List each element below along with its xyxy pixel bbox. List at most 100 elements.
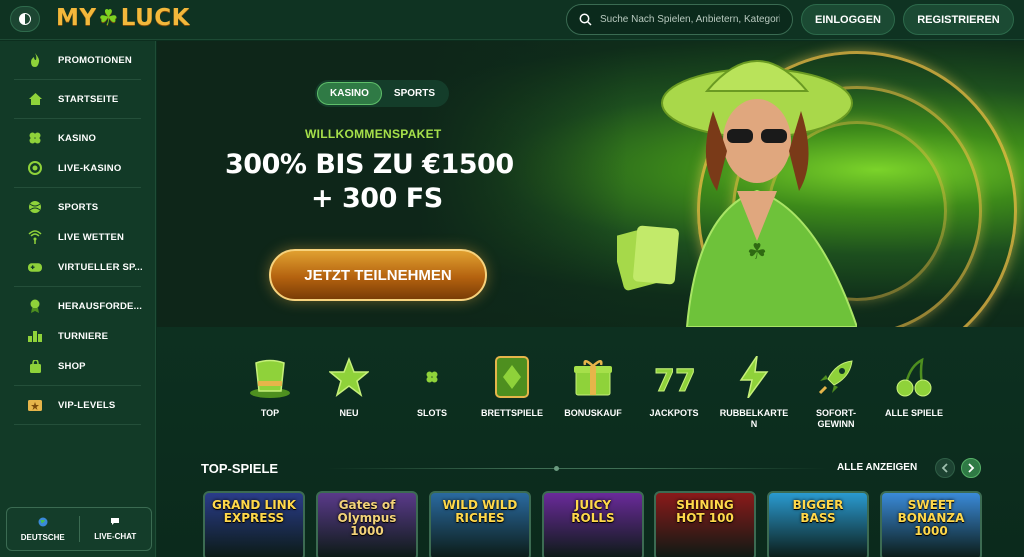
- game-title: SHINING HOT 100: [676, 498, 734, 525]
- sidebar-item-sports[interactable]: SPORTS: [0, 192, 155, 222]
- category-label: BONUSKAUF: [564, 408, 622, 418]
- sidebar-item-label: STARTSEITE: [58, 93, 119, 105]
- promo-headline-1: 300% BIS ZU €1500: [225, 149, 514, 180]
- sidebar-item-label: KASINO: [58, 132, 97, 144]
- show-all-link[interactable]: ALLE ANZEIGEN: [837, 462, 917, 473]
- search-input[interactable]: [600, 14, 780, 25]
- chat-icon: [110, 517, 120, 528]
- top-hat-icon: [248, 355, 292, 399]
- game-title: SWEET BONANZA 1000: [897, 498, 965, 538]
- sidebar-item-vip-levels[interactable]: VIP-LEVELS: [0, 390, 155, 420]
- rocket-icon: [814, 355, 858, 399]
- globe-icon: [38, 517, 48, 529]
- divider-dot: [554, 466, 559, 471]
- hero-banner: ☘ KASINO SPORTS WILLKOMMENSPAKET 300% BI…: [157, 41, 1024, 327]
- theme-toggle[interactable]: [10, 6, 40, 32]
- category-neu[interactable]: NEU: [314, 355, 384, 419]
- category-label: NEU: [339, 408, 359, 418]
- bag-icon: [28, 359, 42, 373]
- category-slots[interactable]: SLOTS: [397, 355, 467, 419]
- category-top[interactable]: TOP: [235, 355, 305, 419]
- sidebar-group: KASINO LIVE-KASINO: [14, 119, 141, 188]
- game-tile[interactable]: SWEET BONANZA 1000: [880, 491, 982, 557]
- search-icon: [579, 13, 592, 26]
- game-title: WILD WILD RICHES: [442, 498, 518, 525]
- sidebar-group: VIP-LEVELS: [14, 386, 141, 425]
- category-label: SLOTS: [416, 408, 447, 418]
- login-button[interactable]: EINLOGGEN: [801, 4, 895, 35]
- clover-icon: ☘: [98, 5, 119, 31]
- sidebar-item-kasino[interactable]: KASINO: [0, 123, 155, 153]
- category-alle-spiele[interactable]: ALLE SPIELE: [879, 355, 949, 419]
- logo[interactable]: MY ☘ LUCK: [56, 5, 190, 31]
- join-now-button[interactable]: JETZT TEILNEHMEN: [269, 249, 487, 301]
- sidebar-item-label: PROMOTIONEN: [58, 54, 132, 66]
- medal-icon: [28, 299, 42, 313]
- category-label: BRETTSPIELE: [480, 408, 543, 418]
- sidebar-item-shop[interactable]: SHOP: [0, 351, 155, 381]
- tab-casino[interactable]: KASINO: [317, 82, 382, 105]
- promo-subtitle: WILLKOMMENSPAKET: [305, 127, 442, 141]
- sidebar-group: PROMOTIONEN: [14, 41, 141, 80]
- game-tile[interactable]: SHINING HOT 100: [654, 491, 756, 557]
- sidebar-footer: DEUTSCHE LIVE-CHAT: [6, 507, 152, 551]
- sidebar-group: STARTSEITE: [14, 80, 141, 119]
- game-title: GRAND LINK EXPRESS: [211, 498, 296, 525]
- game-tile[interactable]: BIGGER BASS: [767, 491, 869, 557]
- sidebar-item-herausforde[interactable]: HERAUSFORDE...: [0, 291, 155, 321]
- podium-icon: [28, 329, 42, 343]
- category-jackpots[interactable]: 77 JACKPOTS: [639, 355, 709, 419]
- game-tile[interactable]: JUICY ROLLS: [542, 491, 644, 557]
- card-icon: [490, 355, 534, 399]
- sidebar-item-live-wetten[interactable]: LIVE WETTEN: [0, 222, 155, 252]
- game-title: JUICY ROLLS: [571, 498, 615, 525]
- section-title-top-games: TOP-SPIELE: [201, 461, 279, 476]
- sidebar-group: SPORTS LIVE WETTEN VIRTUELLER SP...: [14, 188, 143, 287]
- svg-text:77: 77: [654, 364, 696, 397]
- sidebar: PROMOTIONEN STARTSEITE KASINO LIVE-KASINO SP…: [0, 41, 156, 557]
- chip-icon: [28, 161, 42, 175]
- svg-text:☘: ☘: [747, 239, 767, 264]
- top-bar: MY ☘ LUCK EINLOGGEN REGISTRIEREN: [0, 0, 1024, 40]
- category-rubbelkarte-n[interactable]: RUBBELKARTE N: [719, 355, 789, 430]
- ball-icon: [28, 200, 42, 214]
- half-circle-icon: [19, 13, 31, 25]
- search-box[interactable]: [566, 4, 793, 35]
- category-label: SOFORT- GEWINN: [816, 408, 856, 429]
- sidebar-item-label: VIRTUELLER SP...: [58, 261, 143, 273]
- gift-icon: [571, 355, 615, 399]
- clover-icon: [28, 131, 42, 145]
- live-chat-button[interactable]: LIVE-CHAT: [80, 508, 152, 550]
- carousel-next-button[interactable]: [961, 458, 981, 478]
- category-sofort-gewinn[interactable]: SOFORT- GEWINN: [801, 355, 871, 430]
- sidebar-item-live-kasino[interactable]: LIVE-KASINO: [0, 153, 155, 183]
- divider: [327, 468, 827, 469]
- logo-text-right: LUCK: [120, 5, 190, 31]
- sidebar-item-turniere[interactable]: TURNIERE: [0, 321, 155, 351]
- star-icon: [327, 355, 371, 399]
- sidebar-item-promotionen[interactable]: PROMOTIONEN: [0, 45, 155, 75]
- category-brettspiele[interactable]: BRETTSPIELE: [477, 355, 547, 419]
- game-tile[interactable]: WILD WILD RICHES: [429, 491, 531, 557]
- sevens-icon: 77: [652, 355, 697, 399]
- tab-sports[interactable]: SPORTS: [382, 82, 447, 105]
- sidebar-item-startseite[interactable]: STARTSEITE: [0, 84, 155, 114]
- category-label: RUBBELKARTE N: [719, 408, 789, 429]
- hero-character-image: ☘: [617, 60, 857, 327]
- sidebar-item-label: LIVE-KASINO: [58, 162, 122, 174]
- logo-text-left: MY: [56, 5, 97, 31]
- sidebar-item-virtueller-sp[interactable]: VIRTUELLER SP...: [0, 252, 155, 282]
- clover-icon: [410, 355, 454, 399]
- categories-section: TOP-SPIELE ALLE ANZEIGEN TOP NEU SLOTS BRET…: [157, 327, 1024, 557]
- lightning-icon: [732, 355, 776, 399]
- game-tile[interactable]: GRAND LINK EXPRESS: [203, 491, 305, 557]
- sidebar-group: HERAUSFORDE... TURNIERE SHOP: [14, 287, 142, 386]
- game-tile[interactable]: Gates of Olympus 1000: [316, 491, 418, 557]
- carousel-prev-button[interactable]: [935, 458, 955, 478]
- chevron-right-icon: [968, 463, 975, 473]
- broadcast-icon: [28, 230, 42, 244]
- register-button[interactable]: REGISTRIEREN: [903, 4, 1014, 35]
- category-bonuskauf[interactable]: BONUSKAUF: [558, 355, 628, 419]
- gamepad-icon: [28, 260, 42, 274]
- language-selector[interactable]: DEUTSCHE: [7, 508, 79, 550]
